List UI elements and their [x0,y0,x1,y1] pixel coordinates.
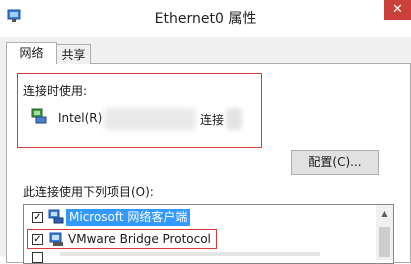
window-title: Ethernet0 属性 [154,11,257,27]
list-item-label[interactable]: VMware Bridge Protocol [68,232,211,246]
item-checkbox[interactable] [32,252,43,263]
item-checkbox[interactable]: ✓ [32,234,43,245]
list-item-partial [60,252,320,256]
items-list-label: 此连接使用下列项目(O): [23,185,154,199]
scroll-thumb[interactable] [379,227,390,257]
adapter-name-suffix: 连接 [200,113,225,127]
close-icon: ✕ [392,2,403,17]
configure-button[interactable]: 配置(C)... [291,150,379,175]
close-button[interactable]: ✕ [384,0,411,20]
item-checkbox[interactable]: ✓ [32,212,43,223]
tab-network[interactable]: 网络 [6,42,57,64]
list-scrollbar[interactable]: ▲ [376,205,393,260]
protocol-icon [49,232,63,246]
scroll-up-arrow-icon[interactable]: ▲ [376,207,393,221]
tab-share[interactable]: 共享 [56,44,91,64]
redacted-region [104,108,196,130]
network-adapter-icon [31,108,47,124]
title-bar: Ethernet0 属性 ✕ [0,0,411,37]
network-client-icon [48,209,64,224]
redacted-region [226,108,242,130]
connect-using-label: 连接时使用: [23,84,88,98]
adapter-name: Intel(R) [58,111,103,125]
list-item-label[interactable]: Microsoft 网络客户端 [66,209,191,226]
